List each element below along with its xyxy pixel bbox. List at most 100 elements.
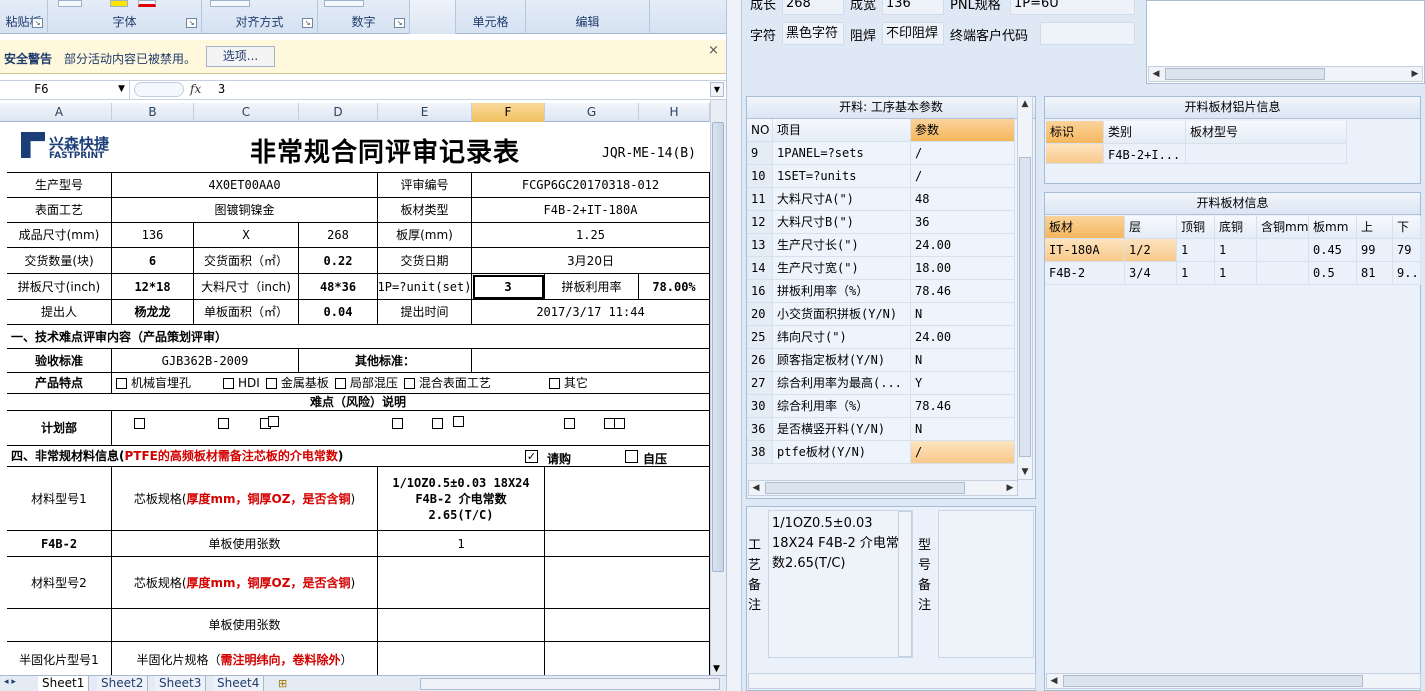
param-item[interactable]: 生产尺寸宽(") [773,257,911,280]
param-value[interactable]: N [911,303,1015,326]
tab-sheet2[interactable]: Sheet2 [97,676,149,691]
horizontal-scrollbar[interactable] [420,678,720,690]
row-number[interactable]: 16 [747,280,773,303]
grid-cell[interactable]: IT-180A [1045,239,1125,262]
label-cell[interactable]: 提出人 [7,300,112,325]
material-section-heading[interactable]: 四、非常规材料信息(PTFE的高频板材需备注芯板的介电常数) [7,446,710,467]
width-field[interactable]: 136 [882,0,944,15]
empty-cell[interactable] [545,467,710,531]
label-cell[interactable]: 板厚(mm) [378,223,472,248]
label-cell[interactable]: 材料型号1 [7,467,112,531]
row-number[interactable]: 27 [747,372,773,395]
grid-header[interactable]: 板材 [1045,216,1125,239]
customer-code-field[interactable] [1040,22,1135,45]
grid-cell[interactable]: 1 [1177,262,1215,285]
dialog-launcher-icon[interactable]: ↘ [394,18,405,28]
label-cell[interactable]: 表面工艺 [7,198,112,223]
scroll-thumb[interactable] [712,122,724,572]
row-number[interactable]: 26 [747,349,773,372]
material-name-cell[interactable]: F4B-2 [7,531,112,557]
horizontal-scrollbar[interactable]: ◀ ▶ [1148,66,1423,82]
horizontal-scrollbar[interactable]: ◀ [1046,673,1421,689]
label-cell[interactable]: 生产型号 [7,173,112,198]
grid-cell[interactable]: 0.45 [1309,239,1357,262]
param-item[interactable]: 是否横竖开料(Y/N) [773,418,911,441]
value-cell[interactable]: 268 [299,223,378,248]
value-cell[interactable]: GJB362B-2009 [112,349,299,373]
empty-cell[interactable] [378,642,545,675]
formula-expander[interactable] [134,82,184,97]
row-number[interactable]: 9 [747,142,773,165]
value-cell[interactable]: X [194,223,299,248]
param-value[interactable]: / [911,441,1015,464]
label-cell[interactable]: 计划部 [7,411,112,446]
row-number[interactable]: 30 [747,395,773,418]
tab-nav-icon[interactable]: ◂ ▸ [4,677,16,687]
column-header[interactable]: A [7,103,112,122]
section-heading[interactable]: 一、技术难点评审内容（产品策划评审） [7,325,710,349]
row-number[interactable]: 20 [747,303,773,326]
param-value[interactable]: 48 [911,188,1015,211]
grid-cell[interactable] [1186,144,1347,164]
label-cell[interactable]: 单板使用张数 [112,609,378,642]
risk-heading[interactable]: 难点（风险）说明 [7,394,710,411]
param-item[interactable]: 小交货面积拼板(Y/N) [773,303,911,326]
checkbox[interactable] [265,377,277,389]
param-item[interactable]: 生产尺寸长(") [773,234,911,257]
label-cell[interactable]: 单板面积（㎡） [194,300,299,325]
row-number[interactable]: 38 [747,441,773,464]
checkbox[interactable] [334,377,346,389]
grid-cell[interactable]: 0.5 [1309,262,1357,285]
empty-cell[interactable] [378,609,545,642]
value-cell[interactable]: 1 [378,531,545,557]
value-cell[interactable]: 12*18 [112,274,194,300]
param-value[interactable]: / [911,142,1015,165]
grid-cell[interactable]: 3/4 [1125,262,1177,285]
chevron-down-icon[interactable]: ▼ [118,84,125,94]
column-header[interactable]: C [194,103,299,122]
empty-cell[interactable] [545,557,710,609]
label-cell[interactable]: 半固化片型号1 [7,642,112,675]
scroll-left-icon[interactable]: ◀ [1047,674,1061,688]
label-cell[interactable]: 材料型号2 [7,557,112,609]
checkbox[interactable] [116,377,127,389]
row-number[interactable]: 12 [747,211,773,234]
grid-cell[interactable] [1257,239,1309,262]
grid-cell[interactable]: 1 [1177,239,1215,262]
param-value[interactable]: 78.46 [911,395,1015,418]
scroll-left-icon[interactable]: ◀ [1149,67,1163,81]
value-cell[interactable]: 图镀铜镍金 [112,198,378,223]
silkscreen-field[interactable]: 黑色字符 [782,22,844,45]
checkbox[interactable] [392,418,403,429]
model-memo-textarea[interactable] [938,510,1034,658]
param-item[interactable]: 大料尺寸A(") [773,188,911,211]
value-cell[interactable]: F4B-2+IT-180A [472,198,710,223]
param-item[interactable]: 1PANEL=?sets [773,142,911,165]
param-value[interactable]: N [911,349,1015,372]
value-cell[interactable]: 杨龙龙 [112,300,194,325]
empty-cell[interactable] [7,609,112,642]
decimal-icon[interactable] [324,0,364,7]
checkbox[interactable] [223,377,235,389]
checkbox[interactable] [453,416,464,427]
param-item[interactable]: 综合利用率为最高(... [773,372,911,395]
value-cell[interactable]: 0.22 [299,248,378,274]
empty-cell[interactable] [545,531,710,557]
grid-header[interactable]: 含铜mm [1257,216,1309,239]
grid-cell[interactable]: 9... [1393,262,1421,285]
dialog-launcher-icon[interactable]: ↘ [32,18,43,28]
grid-cell[interactable]: F4B-2+I... [1104,144,1186,164]
scroll-thumb[interactable] [1063,675,1363,687]
checkbox[interactable] [564,418,575,429]
label-cell[interactable]: 提出时间 [378,300,472,325]
indent-icon[interactable] [210,0,250,7]
fill-color-icon[interactable] [110,0,128,7]
label-cell[interactable]: 产品特点 [7,373,112,394]
column-header[interactable]: B [112,103,194,122]
checkbox[interactable] [218,418,229,429]
grid-cell[interactable]: 1/2 [1125,239,1177,262]
grid-header[interactable]: 板mm [1309,216,1357,239]
checkbox[interactable] [403,377,415,389]
length-field[interactable]: 268 [782,0,844,15]
ribbon-group-cells[interactable]: 单元格 [456,0,526,34]
